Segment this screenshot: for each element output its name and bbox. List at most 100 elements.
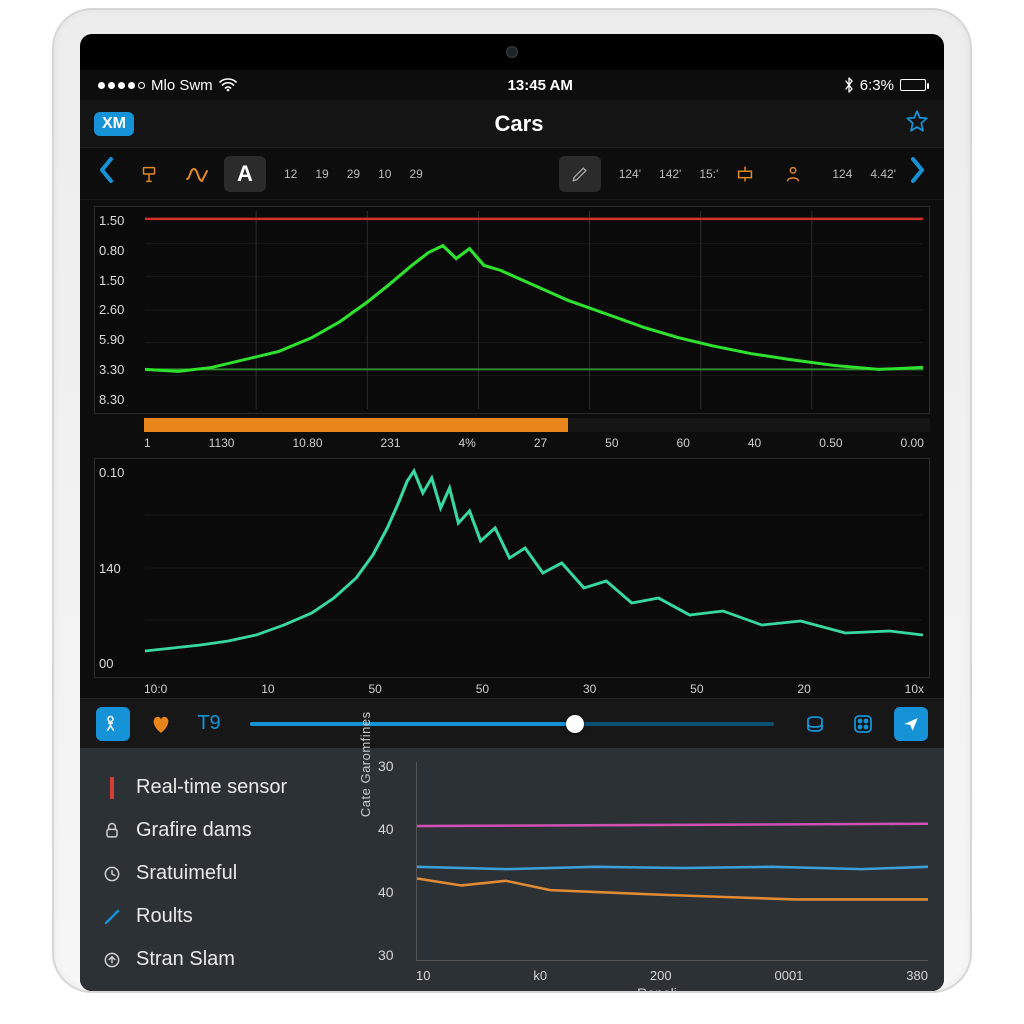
chart-bottom-xlabel: Renoli — [637, 985, 677, 991]
chart-middle-plot — [145, 463, 923, 673]
xtick: 1130 — [209, 436, 235, 450]
ytick: 00 — [99, 656, 141, 671]
legend-item-realtime[interactable]: Real-time sensor — [100, 766, 360, 809]
time-slider[interactable] — [250, 722, 774, 726]
xtick: 60 — [677, 436, 690, 450]
tick: 29 — [347, 167, 360, 181]
ctrl-layers-icon[interactable] — [798, 707, 832, 741]
tick: 124 — [832, 167, 852, 181]
status-left: Mlo Swm — [98, 77, 237, 94]
prev-button[interactable] — [92, 156, 122, 192]
chart-middle[interactable]: 0.10 140 00 — [94, 458, 930, 678]
xtick: 50 — [605, 436, 618, 450]
bottom-panel: Real-time sensor Grafire dams Sratuimefu… — [80, 748, 944, 991]
ytick: 40 — [378, 884, 412, 900]
toolbar-ticks-far: 124 4.42' — [832, 167, 896, 181]
lock-icon — [100, 821, 124, 841]
battery-icon — [900, 79, 926, 91]
tick: 4.42' — [870, 167, 896, 181]
battery-pct-label: 6:3% — [860, 77, 894, 94]
xtick: 10 — [416, 968, 430, 983]
arrow-up-circle-icon — [100, 950, 124, 970]
legend-item-stratum[interactable]: Sratuimeful — [100, 852, 360, 895]
xtick: k0 — [533, 968, 547, 983]
xtick: 10:0 — [144, 682, 167, 696]
toolbar: A 12 19 29 10 29 124' 142' 15:' — [80, 148, 944, 200]
ytick: 30 — [378, 758, 412, 774]
xtick: 0.50 — [819, 436, 842, 450]
legend-label: Sratuimeful — [136, 862, 237, 885]
tool-edit-icon[interactable] — [559, 156, 601, 192]
tool-target-icon[interactable] — [724, 156, 766, 192]
slash-icon — [100, 908, 124, 926]
xtick: 50 — [368, 682, 381, 696]
ctrl-run-icon[interactable] — [96, 707, 130, 741]
chart-top-xaxis: 1 1130 10.80 231 4% 27 50 60 40 0.50 0.0… — [80, 432, 944, 452]
chart-bottom-xaxis: 10 k0 200 0001 380 — [416, 968, 928, 983]
chart-top-plot — [145, 211, 923, 409]
legend-item-roults[interactable]: Roults — [100, 895, 360, 938]
ytick: 5.90 — [99, 332, 141, 347]
legend-label: Grafire dams — [136, 819, 252, 842]
legend-label: Real-time sensor — [136, 776, 287, 799]
tick: 29 — [409, 167, 422, 181]
tick: 142' — [659, 167, 681, 181]
xtick: 20 — [797, 682, 810, 696]
ctrl-share-icon[interactable] — [894, 707, 928, 741]
tick: 15:' — [699, 167, 718, 181]
chart-middle-yaxis: 0.10 140 00 — [95, 459, 145, 677]
wifi-icon — [219, 78, 237, 92]
xtick: 0001 — [774, 968, 803, 983]
next-button[interactable] — [902, 156, 932, 192]
chart-bottom-plot — [416, 762, 928, 961]
slider-fill — [250, 722, 575, 726]
legend-item-grafire[interactable]: Grafire dams — [100, 809, 360, 852]
xtick: 10 — [261, 682, 274, 696]
xtick: 231 — [380, 436, 400, 450]
xtick: 4% — [459, 436, 476, 450]
ytick: 2.60 — [99, 302, 141, 317]
xtick: 10.80 — [292, 436, 322, 450]
page-title: Cars — [495, 111, 544, 137]
tool-wave-icon[interactable] — [176, 156, 218, 192]
red-bar-icon — [100, 777, 124, 799]
carrier-label: Mlo Swm — [151, 77, 213, 94]
chart-bottom-yaxis: 30 40 40 30 — [378, 758, 412, 963]
chart-bottom-ylabel: Cate Garomfines — [358, 711, 373, 817]
status-right: 6:3% — [844, 77, 926, 94]
ytick: 1.50 — [99, 213, 141, 228]
ctrl-heart-icon[interactable] — [144, 707, 178, 741]
bluetooth-icon — [844, 77, 854, 93]
chart-bottom[interactable]: Cate Garomfines 30 40 40 30 — [370, 748, 944, 991]
ytick: 0.80 — [99, 243, 141, 258]
ytick: 30 — [378, 947, 412, 963]
tool-signpost-icon[interactable] — [128, 156, 170, 192]
ytick: 3.30 — [99, 362, 141, 377]
legend-item-stran[interactable]: Stran Slam — [100, 938, 360, 981]
ytick: 0.10 — [99, 465, 141, 480]
chart-top-yaxis: 1.50 0.80 1.50 2.60 5.90 3.30 8.30 — [95, 207, 145, 413]
ytick: 8.30 — [99, 392, 141, 407]
screen: Mlo Swm 13:45 AM 6:3% — [80, 70, 944, 991]
toolbar-ticks: 12 19 29 10 29 — [284, 167, 423, 181]
xm-button[interactable]: XM — [94, 112, 134, 136]
ctrl-dice-icon[interactable] — [846, 707, 880, 741]
status-bar: Mlo Swm 13:45 AM 6:3% — [80, 70, 944, 100]
chart-middle-xaxis: 10:0 10 50 50 30 50 20 10x — [80, 678, 944, 698]
tool-person-icon[interactable] — [772, 156, 814, 192]
ctrl-ts-button[interactable]: T9 — [192, 707, 226, 741]
slider-thumb[interactable] — [566, 715, 584, 733]
tool-letter-button[interactable]: A — [224, 156, 266, 192]
time-progress[interactable] — [144, 418, 930, 432]
signal-strength-icon — [98, 82, 145, 89]
xtick: 10x — [905, 682, 924, 696]
xtick: 50 — [690, 682, 703, 696]
clock-label: 13:45 AM — [508, 77, 573, 94]
xtick: 200 — [650, 968, 672, 983]
favorite-button[interactable] — [904, 108, 930, 139]
chart-top[interactable]: 1.50 0.80 1.50 2.60 5.90 3.30 8.30 — [94, 206, 930, 414]
ipad-device: Mlo Swm 13:45 AM 6:3% — [52, 8, 972, 993]
ytick: 40 — [378, 821, 412, 837]
legend: Real-time sensor Grafire dams Sratuimefu… — [80, 748, 370, 991]
tick: 124' — [619, 167, 641, 181]
